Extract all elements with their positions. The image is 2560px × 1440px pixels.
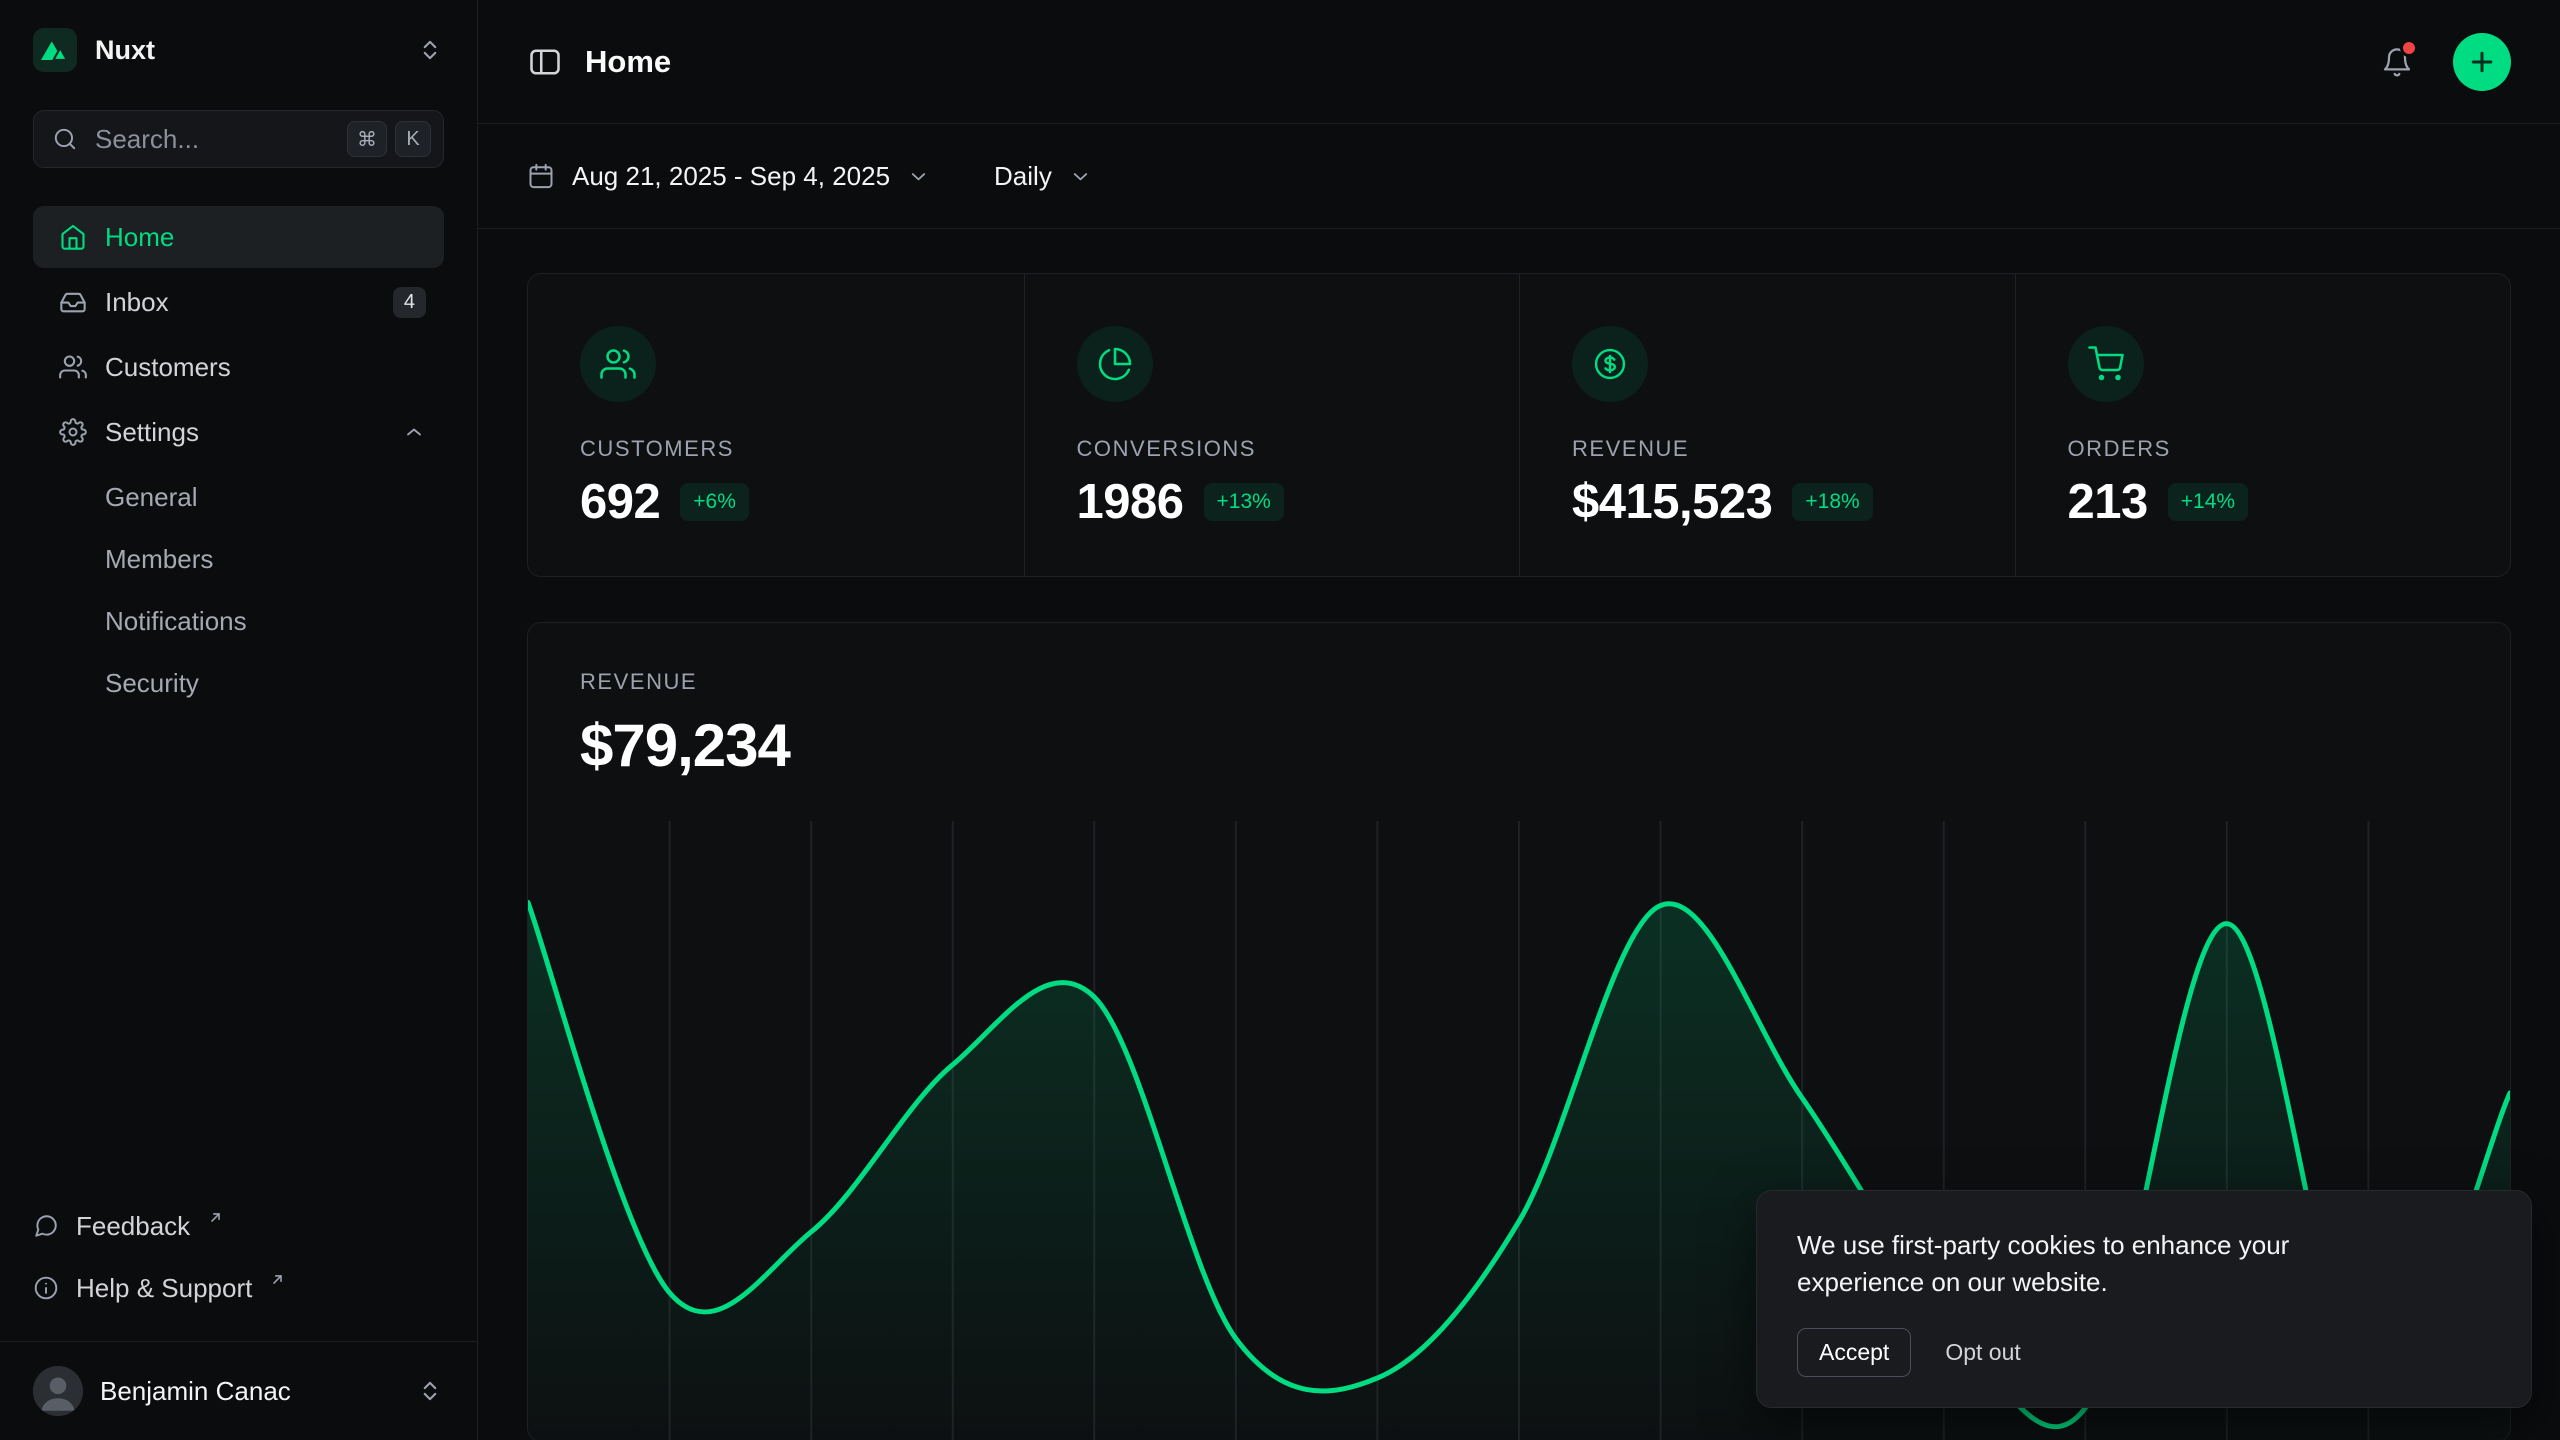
chevron-down-icon <box>907 165 930 188</box>
cookie-optout-button[interactable]: Opt out <box>1945 1339 2020 1366</box>
shopping-cart-icon <box>2068 326 2144 402</box>
user-name: Benjamin Canac <box>100 1376 399 1407</box>
help-support-link[interactable]: Help & Support <box>33 1257 444 1319</box>
stat-value: 213 <box>2068 474 2148 530</box>
team-switcher[interactable]: Nuxt <box>33 28 444 72</box>
nav-label: Notifications <box>105 606 247 637</box>
chat-bubble-icon <box>33 1213 59 1239</box>
sidebar-item-customers[interactable]: Customers <box>33 336 444 398</box>
settings-submenu: General Members Notifications Security <box>33 466 444 714</box>
sidebar-item-home[interactable]: Home <box>33 206 444 268</box>
stat-customers[interactable]: CUSTOMERS 692 +6% <box>528 274 1024 576</box>
chevron-up-icon <box>402 420 426 444</box>
nav-label: Members <box>105 544 213 575</box>
chevron-updown-icon <box>416 1377 444 1405</box>
nav-label: Customers <box>105 352 231 383</box>
sidebar-item-members[interactable]: Members <box>33 528 444 590</box>
stat-revenue[interactable]: REVENUE $415,523 +18% <box>1519 274 2015 576</box>
sidebar: Nuxt Search... ⌘ K Home <box>0 0 478 1440</box>
date-range-label: Aug 21, 2025 - Sep 4, 2025 <box>572 161 890 192</box>
footer-link-label: Feedback <box>76 1211 190 1242</box>
stat-conversions[interactable]: CONVERSIONS 1986 +13% <box>1024 274 1520 576</box>
sidebar-nav: Home Inbox 4 Customers Settings <box>33 206 444 714</box>
home-icon <box>59 223 87 251</box>
kbd-cmd: ⌘ <box>347 121 387 157</box>
revenue-value: $79,234 <box>580 711 2458 780</box>
notification-dot <box>2400 39 2418 57</box>
nav-label: Home <box>105 222 174 253</box>
date-range-picker[interactable]: Aug 21, 2025 - Sep 4, 2025 <box>527 161 930 192</box>
nav-label: General <box>105 482 198 513</box>
stat-delta-badge: +13% <box>1204 483 1284 521</box>
page-header: Home <box>478 0 2560 124</box>
stat-label: REVENUE <box>1572 436 1963 462</box>
users-icon <box>59 353 87 381</box>
stat-delta-badge: +18% <box>1792 483 1872 521</box>
inbox-icon <box>59 288 87 316</box>
currency-dollar-icon <box>1572 326 1648 402</box>
cookie-message: We use first-party cookies to enhance yo… <box>1797 1227 2387 1302</box>
cookie-accept-button[interactable]: Accept <box>1797 1328 1911 1377</box>
nav-label: Security <box>105 668 199 699</box>
plus-icon <box>2467 47 2497 77</box>
user-menu[interactable]: Benjamin Canac <box>0 1341 477 1440</box>
external-link-icon <box>269 1271 286 1288</box>
search-placeholder: Search... <box>95 124 330 155</box>
cookie-actions: Accept Opt out <box>1797 1328 2491 1377</box>
feedback-link[interactable]: Feedback <box>33 1195 444 1257</box>
calendar-icon <box>527 162 555 190</box>
sidebar-item-notifications[interactable]: Notifications <box>33 590 444 652</box>
chevron-down-icon <box>1069 165 1092 188</box>
stat-label: ORDERS <box>2068 436 2459 462</box>
search-shortcut: ⌘ K <box>347 121 431 157</box>
sidebar-item-settings[interactable]: Settings <box>33 401 444 463</box>
stat-label: CONVERSIONS <box>1077 436 1468 462</box>
stat-delta-badge: +6% <box>680 483 749 521</box>
granularity-label: Daily <box>994 161 1052 192</box>
stat-orders[interactable]: ORDERS 213 +14% <box>2015 274 2511 576</box>
nuxt-logo-icon <box>33 28 77 72</box>
revenue-card-header: REVENUE $79,234 <box>528 623 2510 780</box>
avatar <box>33 1366 83 1416</box>
notifications-button[interactable] <box>2373 38 2421 86</box>
sidebar-item-security[interactable]: Security <box>33 652 444 714</box>
add-button[interactable] <box>2453 33 2511 91</box>
inbox-count-badge: 4 <box>393 287 426 318</box>
filters-toolbar: Aug 21, 2025 - Sep 4, 2025 Daily <box>478 124 2560 229</box>
granularity-picker[interactable]: Daily <box>994 161 1092 192</box>
stat-value: 692 <box>580 474 660 530</box>
stat-value: $415,523 <box>1572 474 1772 530</box>
chevron-updown-icon <box>416 36 444 64</box>
kbd-k: K <box>395 121 431 157</box>
nav-label: Inbox <box>105 287 169 318</box>
header-actions <box>2373 33 2511 91</box>
revenue-label: REVENUE <box>580 669 2458 695</box>
chart-pie-icon <box>1077 326 1153 402</box>
search-icon <box>52 126 78 152</box>
stat-value: 1986 <box>1077 474 1184 530</box>
team-name: Nuxt <box>95 35 398 66</box>
page-title: Home <box>585 44 671 80</box>
footer-link-label: Help & Support <box>76 1273 252 1304</box>
external-link-icon <box>207 1209 224 1226</box>
gear-icon <box>59 418 87 446</box>
stat-delta-badge: +14% <box>2168 483 2248 521</box>
sidebar-item-inbox[interactable]: Inbox 4 <box>33 271 444 333</box>
sidebar-item-general[interactable]: General <box>33 466 444 528</box>
sidebar-footer: Feedback Help & Support <box>0 1195 477 1341</box>
users-icon <box>580 326 656 402</box>
search-input[interactable]: Search... ⌘ K <box>33 110 444 168</box>
stat-label: CUSTOMERS <box>580 436 972 462</box>
info-circle-icon <box>33 1275 59 1301</box>
sidebar-toggle-button[interactable] <box>527 44 563 80</box>
cookie-banner: We use first-party cookies to enhance yo… <box>1756 1190 2532 1408</box>
nav-label: Settings <box>105 417 199 448</box>
stats-row: CUSTOMERS 692 +6% CONVERSIONS 1986 +13% <box>527 273 2511 577</box>
